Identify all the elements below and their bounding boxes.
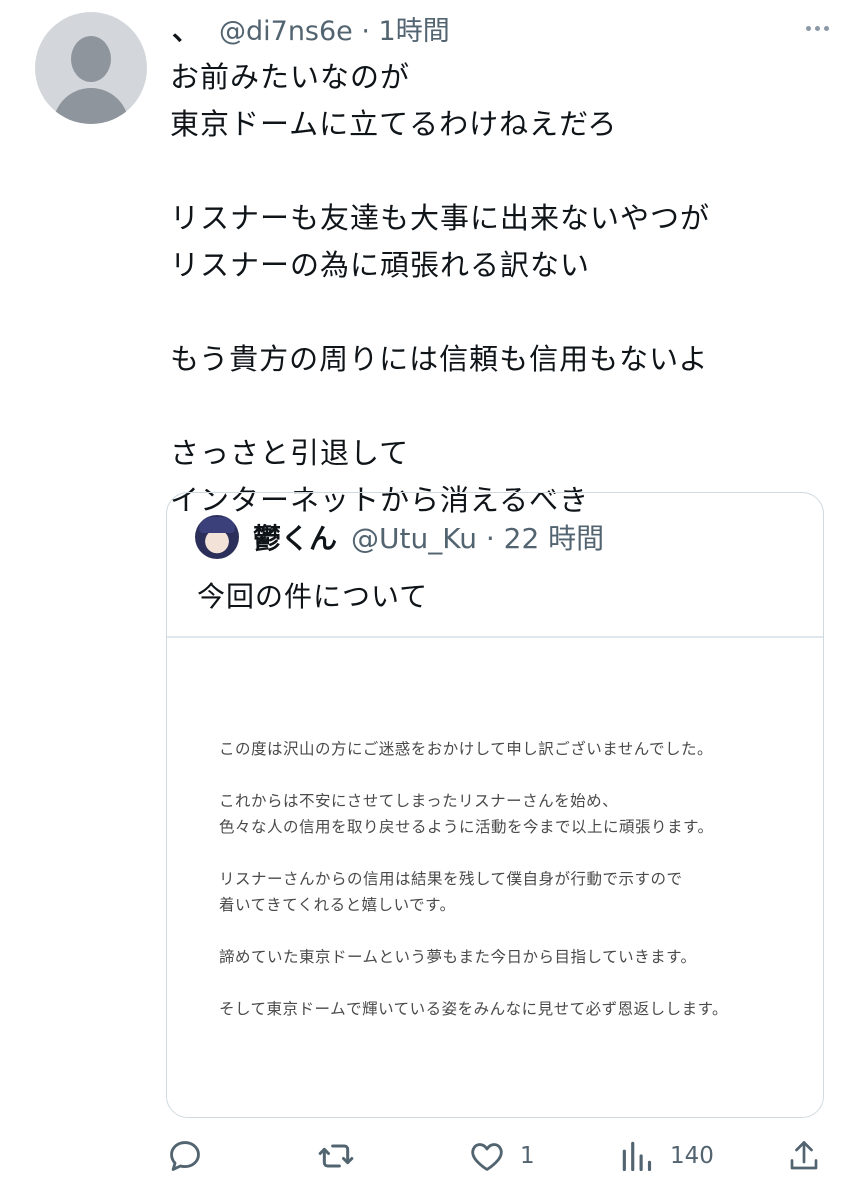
tweet-paragraph: リスナーも友達も大事に出来ないやつが リスナーの為に頑張れる訳ない bbox=[170, 195, 830, 289]
quoted-tweet-text: 今回の件について bbox=[197, 580, 429, 613]
statement-line: 色々な人の信用を取り戻せるように活動を今まで以上に頑張ります。 bbox=[219, 818, 714, 836]
author-avatar[interactable] bbox=[35, 12, 147, 124]
statement-line: 着いてきてくれると嬉しいです。 bbox=[219, 896, 456, 914]
author-handle-time[interactable]: @di7ns6e · 1時間 bbox=[219, 9, 450, 48]
statement-paragraph: これからは不安にさせてしまったリスナーさんを始め、 色々な人の信用を取り戻せるよ… bbox=[219, 788, 728, 840]
tweet-line: 東京ドームに立てるわけねえだろ bbox=[170, 107, 618, 141]
avatar-head-shape bbox=[71, 36, 111, 82]
tweet-line: さっさと引退して bbox=[170, 436, 410, 470]
reply-button[interactable] bbox=[166, 1134, 204, 1178]
tweet-text: お前みたいなのが 東京ドームに立てるわけねえだろ リスナーも友達も大事に出来ない… bbox=[170, 54, 830, 524]
tweet-line: お前みたいなのが bbox=[170, 60, 411, 94]
statement-paragraph: この度は沢山の方にご迷惑をおかけして申し訳ございませんでした。 bbox=[219, 736, 728, 762]
quoted-tweet-image[interactable]: この度は沢山の方にご迷惑をおかけして申し訳ございませんでした。 これからは不安に… bbox=[167, 638, 823, 1117]
avatar-body-shape bbox=[53, 88, 129, 124]
tweet-action-bar: 1 140 bbox=[166, 1134, 826, 1178]
tweet-header: 、 @di7ns6e · 1時間 bbox=[172, 9, 450, 48]
tweet-line: リスナーの為に頑張れる訳ない bbox=[170, 248, 591, 282]
tweet-line: リスナーも友達も大事に出来ないやつが bbox=[170, 201, 711, 235]
retweet-icon bbox=[318, 1144, 354, 1168]
statement-line: 諦めていた東京ドームという夢もまた今日から目指していきます。 bbox=[219, 948, 697, 966]
statement-paragraph: 諦めていた東京ドームという夢もまた今日から目指していきます。 bbox=[219, 944, 728, 970]
tweet-line: もう貴方の周りには信頼も信用もないよ bbox=[170, 342, 709, 376]
statement-paragraph: そして東京ドームで輝いている姿をみんなに見せて必ず恩返しします。 bbox=[219, 996, 728, 1022]
tweet-paragraph: お前みたいなのが 東京ドームに立てるわけねえだろ bbox=[170, 54, 830, 148]
avatar-hair-shape bbox=[199, 517, 235, 533]
statement-line: リスナーさんからの信用は結果を残して僕自身が行動で示すので bbox=[219, 870, 683, 888]
like-count: 1 bbox=[520, 1143, 535, 1169]
more-options-icon[interactable] bbox=[803, 18, 831, 38]
views-button[interactable]: 140 bbox=[618, 1134, 714, 1178]
tweet-paragraph: もう貴方の周りには信頼も信用もないよ bbox=[170, 336, 830, 383]
quoted-tweet-card[interactable]: 鬱くん @Utu_Ku · 22 時間 今回の件について この度は沢山の方にご迷… bbox=[166, 492, 824, 1118]
statement-paragraph: リスナーさんからの信用は結果を残して僕自身が行動で示すので 着いてきてくれると嬉… bbox=[219, 866, 728, 918]
quoted-author-name: 鬱くん bbox=[253, 522, 338, 555]
views-count: 140 bbox=[670, 1143, 714, 1169]
author-name[interactable]: 、 bbox=[172, 9, 199, 48]
heart-icon bbox=[471, 1143, 503, 1171]
like-button[interactable]: 1 bbox=[468, 1134, 535, 1178]
statement-line: そして東京ドームで輝いている姿をみんなに見せて必ず恩返しします。 bbox=[219, 1000, 729, 1018]
quoted-tweet-header: 鬱くん @Utu_Ku · 22 時間 bbox=[195, 515, 604, 559]
quoted-author-handle-time: @Utu_Ku · 22 時間 bbox=[351, 522, 605, 555]
views-icon bbox=[622, 1141, 652, 1172]
retweet-button[interactable] bbox=[316, 1134, 356, 1178]
share-icon bbox=[790, 1141, 818, 1170]
share-button[interactable] bbox=[786, 1134, 822, 1178]
statement-text: この度は沢山の方にご迷惑をおかけして申し訳ございませんでした。 これからは不安に… bbox=[219, 736, 728, 1048]
statement-line: これからは不安にさせてしまったリスナーさんを始め、 bbox=[219, 792, 619, 810]
quoted-author-avatar bbox=[195, 515, 239, 559]
reply-icon bbox=[170, 1141, 200, 1171]
statement-line: この度は沢山の方にご迷惑をおかけして申し訳ございませんでした。 bbox=[219, 740, 713, 758]
